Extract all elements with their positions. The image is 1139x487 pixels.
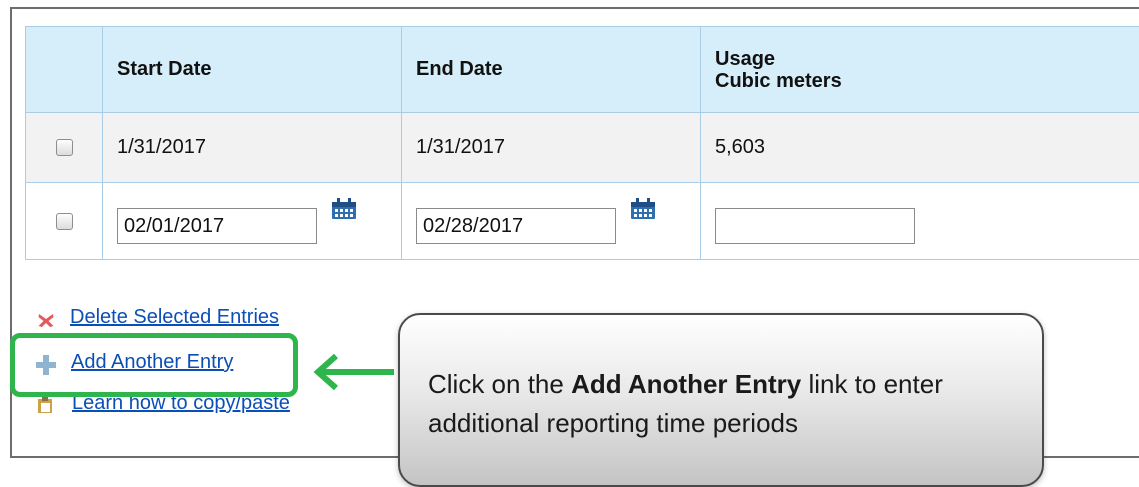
header-start-date: Start Date xyxy=(103,27,402,113)
row-checkbox[interactable] xyxy=(56,139,73,156)
row-checkbox[interactable] xyxy=(56,213,73,230)
add-another-entry-link[interactable]: Add Another Entry xyxy=(71,351,233,374)
start-date-input[interactable] xyxy=(117,208,317,244)
header-select xyxy=(26,27,103,113)
header-usage: Usage Cubic meters xyxy=(701,27,1139,113)
callout-text: Click on the Add Another Entry link to e… xyxy=(428,365,1022,443)
table-row: 1/31/2017 1/31/2017 5,603 xyxy=(26,113,1139,183)
row-select-cell xyxy=(26,113,103,183)
usage-table: Start Date End Date Usage Cubic meters 1… xyxy=(25,26,1139,260)
row-select-cell xyxy=(26,183,103,260)
edit-end-cell xyxy=(402,183,701,260)
pointer-arrow-icon xyxy=(310,352,396,392)
callout-prefix: Click on the xyxy=(428,369,571,399)
calendar-icon[interactable] xyxy=(630,198,656,220)
row-end-date: 1/31/2017 xyxy=(402,113,701,183)
calendar-icon[interactable] xyxy=(331,198,357,220)
header-end-date: End Date xyxy=(402,27,701,113)
delete-x-icon xyxy=(34,308,58,332)
instruction-callout: Click on the Add Another Entry link to e… xyxy=(398,313,1044,487)
header-usage-line1: Usage xyxy=(715,48,1139,70)
end-date-input[interactable] xyxy=(416,208,616,244)
usage-input[interactable] xyxy=(715,208,915,244)
edit-usage-cell xyxy=(701,183,1139,260)
add-entry-highlight: Add Another Entry xyxy=(10,333,298,397)
plus-icon xyxy=(35,354,57,376)
header-usage-line2: Cubic meters xyxy=(715,70,1139,92)
callout-bold: Add Another Entry xyxy=(571,369,801,399)
end-date-group xyxy=(416,198,616,244)
table-header-row: Start Date End Date Usage Cubic meters xyxy=(26,27,1139,113)
edit-start-cell xyxy=(103,183,402,260)
row-start-date: 1/31/2017 xyxy=(103,113,402,183)
clipboard-icon xyxy=(36,396,56,414)
delete-selected-link[interactable]: Delete Selected Entries xyxy=(70,306,279,329)
start-date-group xyxy=(117,198,317,244)
row-usage: 5,603 xyxy=(701,113,1139,183)
table-row-edit xyxy=(26,183,1139,260)
